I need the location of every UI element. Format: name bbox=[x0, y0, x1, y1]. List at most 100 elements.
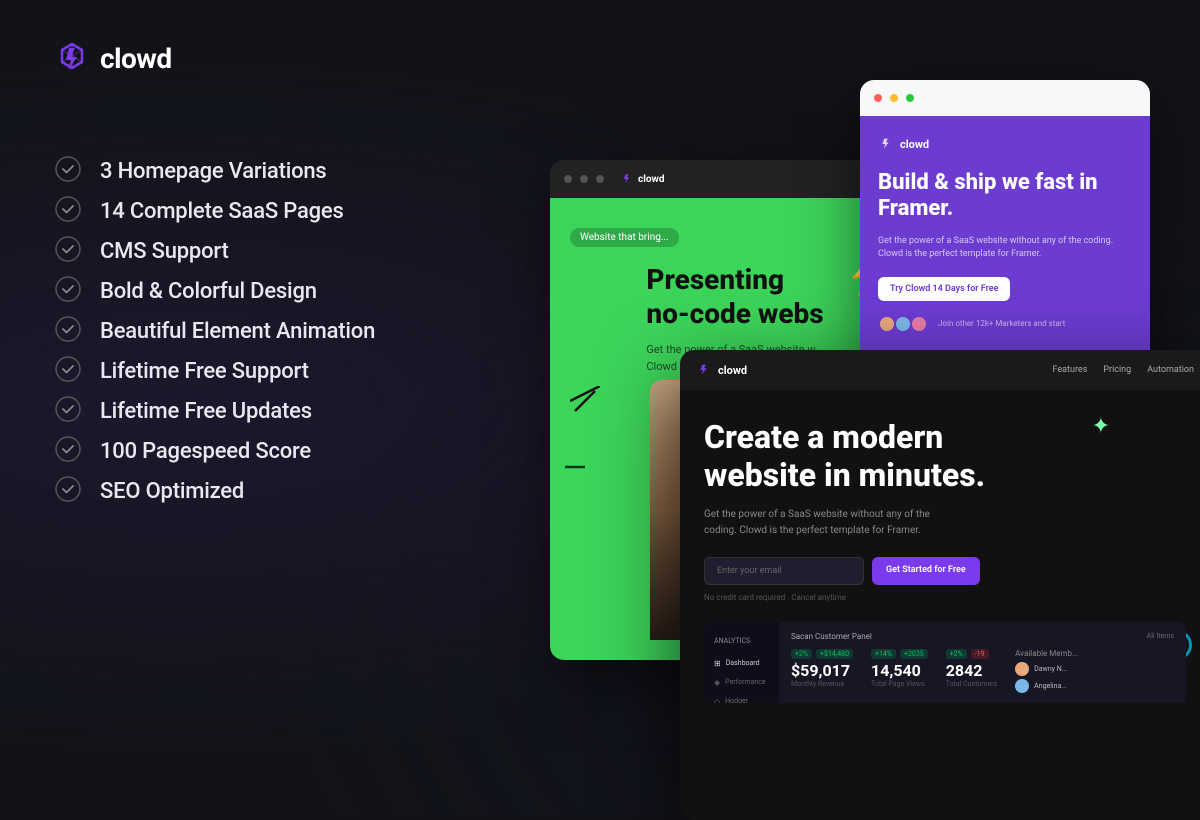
stat-revenue-value: $59,017 bbox=[791, 661, 853, 680]
purple-logo-icon bbox=[878, 136, 894, 152]
feature-text-3: CMS Support bbox=[100, 239, 229, 264]
member-avatar-2 bbox=[1015, 679, 1029, 693]
check-circle-icon bbox=[54, 355, 82, 387]
check-circle-icon bbox=[54, 195, 82, 227]
sidebar-dashboard: ⊞ Dashboard bbox=[704, 654, 779, 673]
purple-desc: Get the power of a SaaS website without … bbox=[878, 235, 1132, 262]
browser-dot-1 bbox=[564, 175, 572, 183]
clowd-logo-icon bbox=[54, 40, 90, 76]
dark-header-logo: clowd bbox=[696, 362, 747, 378]
dark-brand-name: clowd bbox=[718, 364, 747, 377]
browser-dot-red bbox=[874, 94, 882, 102]
dark-nav-items: Features Pricing Automation bbox=[1053, 365, 1195, 375]
check-circle-icon bbox=[54, 235, 82, 267]
browser-dot-green bbox=[906, 94, 914, 102]
feature-item-9: SEO Optimized bbox=[54, 475, 375, 507]
preview-green-logo-icon bbox=[620, 172, 634, 186]
dashboard-sidebar: ANALYTICS ⊞ Dashboard ◈ Performance ◇ Ho… bbox=[704, 622, 779, 703]
feature-item-3: CMS Support bbox=[54, 235, 375, 267]
purple-avatars: Join other 12k+ Marketers and start bbox=[878, 315, 1132, 333]
stat-customers-change1: +2% bbox=[946, 649, 967, 659]
feature-item-2: 14 Complete SaaS Pages bbox=[54, 195, 375, 227]
browser-dot-2 bbox=[580, 175, 588, 183]
sidebar-performance: ◈ Performance bbox=[704, 673, 779, 692]
member-avatar-1 bbox=[1015, 662, 1029, 676]
green-title: Presentingno-code webs bbox=[646, 263, 823, 330]
preview-dark: clowd Features Pricing Automation ✦ Crea… bbox=[680, 350, 1200, 820]
dark-email-row: Enter your email Get Started for Free bbox=[704, 557, 1186, 585]
stat-pageviews-change2: +2035 bbox=[900, 649, 928, 659]
feature-item-5: Beautiful Element Animation bbox=[54, 315, 375, 347]
purple-title: Build & ship we fast in Framer. bbox=[878, 170, 1132, 223]
stat-customers-label: Total Customers bbox=[946, 680, 997, 688]
dashboard-header-row: Sacan Customer Panel All Items bbox=[791, 632, 1174, 641]
stat-pageviews-value: 14,540 bbox=[871, 661, 928, 680]
preview-dark-header: clowd Features Pricing Automation bbox=[680, 350, 1200, 390]
feature-item-4: Bold & Colorful Design bbox=[54, 275, 375, 307]
purple-join-text: Join other 12k+ Marketers and start bbox=[938, 319, 1065, 328]
feature-text-4: Bold & Colorful Design bbox=[100, 279, 317, 304]
member-name-1: Dawny N... bbox=[1034, 665, 1067, 673]
preview-dark-body: ✦ Create a modernwebsite in minutes. Get… bbox=[680, 390, 1200, 820]
check-circle-icon bbox=[54, 155, 82, 187]
scratch-small bbox=[565, 456, 585, 475]
check-circle-icon bbox=[54, 315, 82, 347]
feature-text-1: 3 Homepage Variations bbox=[100, 159, 327, 184]
check-circle-icon bbox=[54, 395, 82, 427]
stat-customers-change2: -19 bbox=[971, 649, 989, 659]
dark-nav-pricing: Pricing bbox=[1103, 365, 1131, 375]
check-circle-icon bbox=[54, 435, 82, 467]
dark-dashboard: ANALYTICS ⊞ Dashboard ◈ Performance ◇ Ho… bbox=[704, 622, 1186, 703]
stat-members: Available Memb... Dawny N... Angelina... bbox=[1015, 649, 1078, 693]
preview-green-brand: clowd bbox=[638, 174, 664, 185]
dark-title: Create a modernwebsite in minutes. bbox=[704, 418, 1024, 495]
feature-item-8: 100 Pagespeed Score bbox=[54, 435, 375, 467]
feature-item-6: Lifetime Free Support bbox=[54, 355, 375, 387]
stat-revenue-change1: +2% bbox=[791, 649, 812, 659]
member-2: Angelina... bbox=[1015, 679, 1078, 693]
stat-revenue-label: Monthly Revenue bbox=[791, 680, 853, 688]
logo-text: clowd bbox=[100, 42, 172, 75]
stat-revenue: +2% +$14,480 $59,017 Monthly Revenue bbox=[791, 649, 853, 693]
feature-item-1: 3 Homepage Variations bbox=[54, 155, 375, 187]
check-circle-icon bbox=[54, 475, 82, 507]
stat-pageviews: +14% +2035 14,540 Total Page Views bbox=[871, 649, 928, 693]
stat-pageviews-change1: +14% bbox=[871, 649, 896, 659]
feature-text-2: 14 Complete SaaS Pages bbox=[100, 199, 344, 224]
dashboard-panel-title: Sacan Customer Panel bbox=[791, 632, 872, 641]
browser-dot-3 bbox=[596, 175, 604, 183]
features-list: 3 Homepage Variations 14 Complete SaaS P… bbox=[54, 155, 375, 507]
members-list: Dawny N... Angelina... bbox=[1015, 662, 1078, 693]
dark-nav-features: Features bbox=[1053, 365, 1088, 375]
browser-dot-yellow bbox=[890, 94, 898, 102]
dashboard-all-items: All Items bbox=[1147, 632, 1174, 641]
dark-nav-automation: Automation bbox=[1147, 365, 1194, 375]
previews-container: clowd Website that bring... ⚡ Presenting… bbox=[520, 80, 1200, 814]
feature-text-7: Lifetime Free Updates bbox=[100, 399, 312, 424]
dark-logo-icon bbox=[696, 362, 712, 378]
stat-customers-value: 2842 bbox=[946, 661, 997, 680]
member-name-2: Angelina... bbox=[1034, 682, 1067, 690]
stat-members-label: Available Memb... bbox=[1015, 649, 1078, 658]
stat-customers: +2% -19 2842 Total Customers bbox=[946, 649, 997, 693]
preview-purple-header bbox=[860, 80, 1150, 116]
feature-text-6: Lifetime Free Support bbox=[100, 359, 309, 384]
green-badge: Website that bring... bbox=[570, 228, 679, 247]
dark-desc: Get the power of a SaaS website without … bbox=[704, 507, 964, 539]
scratch-decoration bbox=[570, 386, 600, 420]
purple-brand-name: clowd bbox=[900, 138, 929, 151]
star-icon: ✦ bbox=[1092, 414, 1110, 439]
dark-email-input[interactable]: Enter your email bbox=[704, 557, 864, 585]
feature-text-8: 100 Pagespeed Score bbox=[100, 439, 311, 464]
sidebar-hodger: ◇ Hodger bbox=[704, 692, 779, 703]
header: clowd bbox=[54, 40, 172, 76]
purple-logo-row: clowd bbox=[878, 136, 1132, 152]
stat-revenue-change2: +$14,480 bbox=[816, 649, 853, 659]
member-1: Dawny N... bbox=[1015, 662, 1078, 676]
dark-cta-button[interactable]: Get Started for Free bbox=[872, 557, 980, 585]
avatar-3 bbox=[910, 315, 928, 333]
feature-item-7: Lifetime Free Updates bbox=[54, 395, 375, 427]
feature-text-9: SEO Optimized bbox=[100, 479, 244, 504]
purple-cta: Try Clowd 14 Days for Free bbox=[878, 277, 1010, 301]
dark-no-card: No credit card required · Cancel anytime bbox=[704, 593, 1186, 602]
